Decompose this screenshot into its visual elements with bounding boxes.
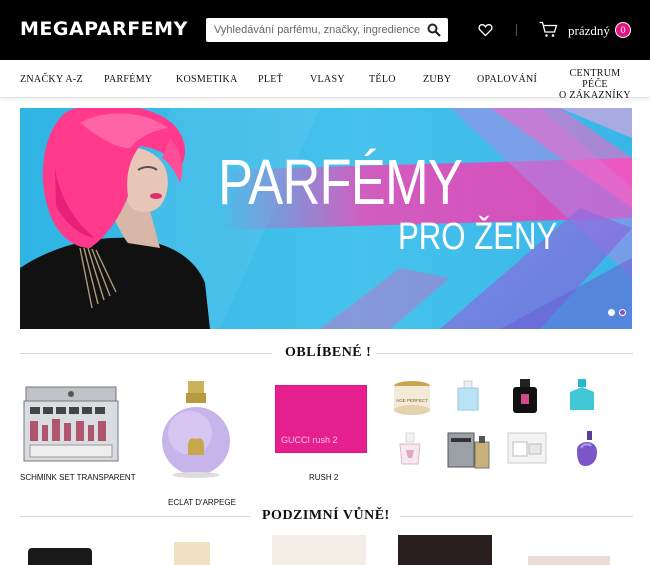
search-box	[206, 18, 448, 42]
nav-customer-care-line1: CENTRUM PÉČE	[569, 68, 621, 90]
nav-item-customer-care[interactable]: CENTRUM PÉČE O ZÁKAZNÍKY	[558, 68, 632, 101]
product-image-autumn-2[interactable]	[174, 542, 210, 565]
product-thumb-cream-set[interactable]	[507, 432, 547, 466]
hero-banner[interactable]: PARFÉMY PRO ŽENY	[20, 108, 632, 329]
age-perfect-text: AGE PERFECT	[396, 398, 428, 403]
banner-subtitle: PRO ŽENY	[398, 216, 558, 258]
product-image-rush2[interactable]: GUCCI rush 2	[275, 385, 367, 453]
nav-item-hair[interactable]: VLASY	[310, 74, 345, 85]
section-title-popular: OBLÍBENÉ !	[285, 345, 372, 360]
section-divider-right	[376, 353, 633, 354]
product-image-autumn-3[interactable]	[272, 535, 366, 565]
nav-item-cosmetics[interactable]: KOSMETIKA	[176, 74, 238, 85]
section-divider-right	[400, 516, 633, 517]
product-thumb-age-perfect[interactable]: AGE PERFECT	[390, 378, 434, 418]
header-divider	[516, 24, 517, 36]
product-thumb-boss[interactable]	[447, 432, 491, 470]
product-thumb-purple-perfume[interactable]	[573, 430, 601, 468]
cart-count-badge[interactable]: 0	[615, 22, 631, 38]
product-image-makeup-set[interactable]	[22, 383, 120, 465]
product-image-autumn-5[interactable]	[528, 556, 610, 565]
nav-customer-care-line2: O ZÁKAZNÍKY	[559, 90, 631, 101]
banner-title: PARFÉMY	[218, 146, 463, 218]
product-image-eclat-darpege[interactable]	[160, 379, 232, 481]
site-logo[interactable]: MEGAPARFEMY	[20, 18, 188, 40]
section-divider-left	[20, 353, 272, 354]
nav-item-perfumes[interactable]: PARFÉMY	[104, 74, 152, 85]
nav-item-sun[interactable]: OPALOVÁNÍ	[477, 74, 537, 85]
product-image-autumn-4[interactable]	[398, 535, 492, 565]
rush-box-text: GUCCI rush 2	[281, 435, 338, 445]
slider-dot-1[interactable]	[608, 309, 615, 316]
product-label[interactable]: RUSH 2	[309, 473, 338, 482]
cart-icon[interactable]	[539, 21, 558, 38]
product-label[interactable]: ECLAT D'ARPEGE	[168, 498, 236, 507]
cart-status-label[interactable]: prázdný	[568, 23, 610, 39]
search-icon[interactable]	[427, 23, 441, 37]
product-label[interactable]: SCHMINK SET TRANSPARENT	[20, 473, 136, 482]
product-thumb-teal-perfume[interactable]	[567, 378, 597, 414]
nav-item-teeth[interactable]: ZUBY	[423, 74, 451, 85]
product-image-autumn-1[interactable]	[28, 548, 92, 565]
nav-item-body[interactable]: TĚLO	[369, 74, 396, 85]
section-divider-left	[20, 516, 250, 517]
top-header: MEGAPARFEMY prázdný 0	[0, 0, 650, 60]
nav-item-skin[interactable]: PLEŤ	[258, 74, 283, 85]
main-nav: ZNAČKY A-Z PARFÉMY KOSMETIKA PLEŤ VLASY …	[0, 60, 650, 101]
slider-dot-2-active[interactable]	[619, 309, 626, 316]
heart-icon[interactable]	[478, 23, 493, 37]
nav-item-brands[interactable]: ZNAČKY A-Z	[20, 74, 83, 85]
search-input[interactable]	[206, 18, 421, 42]
product-thumb-blue-perfume[interactable]	[456, 380, 480, 412]
product-thumb-lancome[interactable]	[396, 432, 424, 466]
product-thumb-black-perfume[interactable]	[510, 378, 540, 414]
section-title-autumn: PODZIMNÍ VŮNĚ!	[262, 508, 390, 523]
